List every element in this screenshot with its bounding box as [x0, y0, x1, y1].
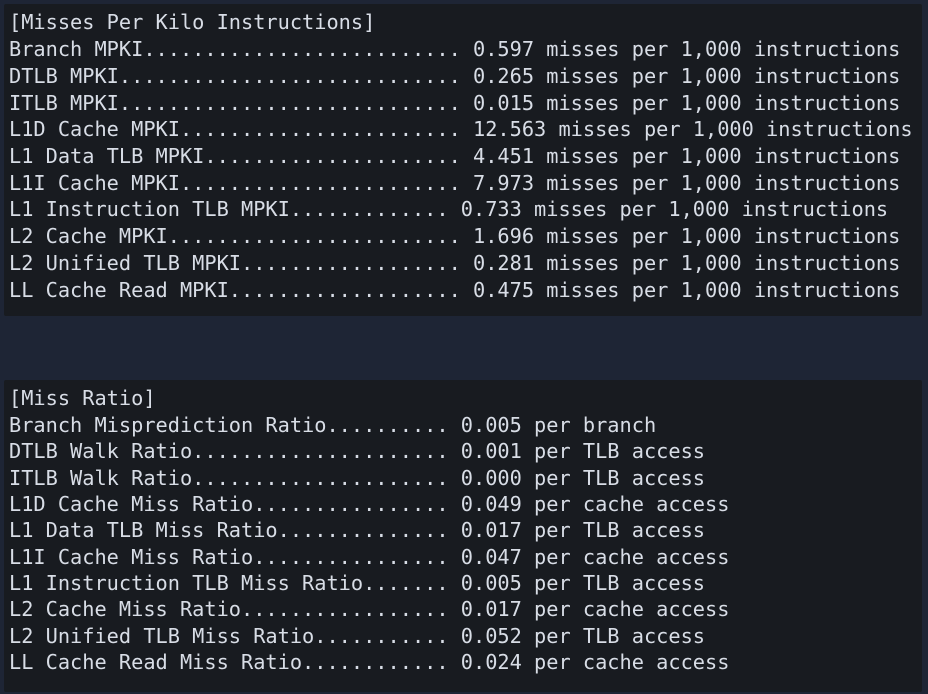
mpki-row-itlb: ITLB MPKI............................ 0.… [9, 91, 901, 115]
mpki-row-l2-cache: L2 Cache MPKI........................ 1.… [9, 224, 901, 248]
miss-ratio-output-block: [Miss Ratio] Branch Misprediction Ratio.… [4, 380, 922, 692]
ratio-row-l1-instruction-tlb-miss: L1 Instruction TLB Miss Ratio....... 0.0… [9, 571, 705, 595]
ratio-row-dtlb-walk: DTLB Walk Ratio..................... 0.0… [9, 439, 705, 463]
ratio-row-l2-cache-miss: L2 Cache Miss Ratio................. 0.0… [9, 597, 730, 621]
mpki-output-block: [Misses Per Kilo Instructions] Branch MP… [4, 4, 922, 316]
ratio-row-ll-cache-read-miss: LL Cache Read Miss Ratio............ 0.0… [9, 650, 730, 674]
mpki-row-l2-unified-tlb: L2 Unified TLB MPKI.................. 0.… [9, 251, 901, 275]
mpki-row-l1i-cache: L1I Cache MPKI....................... 7.… [9, 171, 901, 195]
mpki-row-dtlb: DTLB MPKI............................ 0.… [9, 64, 901, 88]
mpki-row-l1d-cache: L1D Cache MPKI....................... 12… [9, 117, 913, 141]
mpki-section-header: [Misses Per Kilo Instructions] [9, 10, 376, 34]
ratio-row-itlb-walk: ITLB Walk Ratio..................... 0.0… [9, 466, 705, 490]
mpki-row-ll-cache-read: LL Cache Read MPKI................... 0.… [9, 278, 901, 302]
ratio-row-l1i-cache-miss: L1I Cache Miss Ratio................ 0.0… [9, 545, 730, 569]
ratio-row-branch-misprediction: Branch Misprediction Ratio.......... 0.0… [9, 413, 657, 437]
ratio-row-l1d-cache-miss: L1D Cache Miss Ratio................ 0.0… [9, 492, 730, 516]
mpki-row-l1-data-tlb: L1 Data TLB MPKI..................... 4.… [9, 144, 901, 168]
mpki-row-branch: Branch MPKI.......................... 0.… [9, 37, 901, 61]
ratio-row-l1-data-tlb-miss: L1 Data TLB Miss Ratio.............. 0.0… [9, 518, 705, 542]
mpki-row-l1-instruction-tlb: L1 Instruction TLB MPKI............. 0.7… [9, 197, 889, 221]
miss-ratio-section-header: [Miss Ratio] [9, 386, 156, 410]
ratio-row-l2-unified-tlb-miss: L2 Unified TLB Miss Ratio........... 0.0… [9, 624, 705, 648]
